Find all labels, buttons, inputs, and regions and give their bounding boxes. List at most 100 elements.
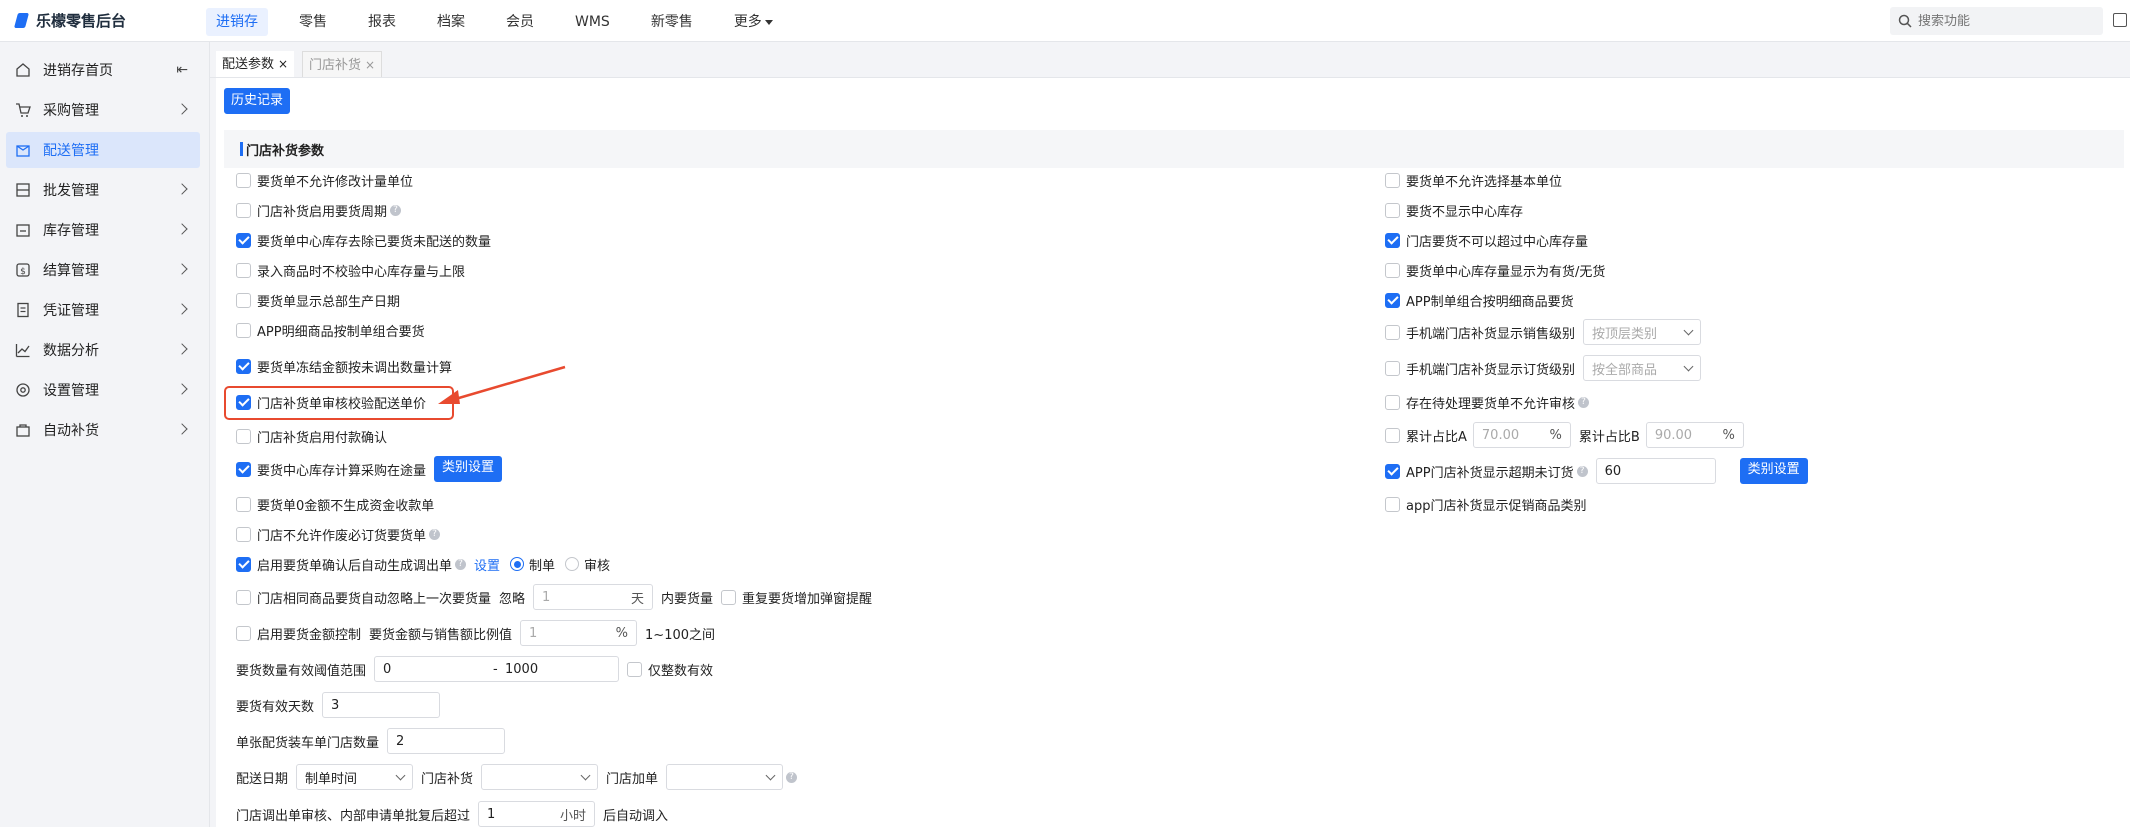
sidebar-item-settlement[interactable]: $ 结算管理 [6,252,200,288]
nav-more-label: 更多 [733,14,762,30]
store-add-label: 门店加单 [606,771,659,787]
help-icon[interactable]: ? [429,528,441,540]
collapse-sidebar-icon[interactable]: ⇤ [176,62,188,78]
input-suffix: 小时 [560,808,587,824]
option-label: 录入商品时不校验中心库存量与上限 [257,264,466,280]
option-label: 启用要货金额控制 [257,627,362,643]
option-checkbox[interactable] [236,526,251,542]
tab-delivery-params[interactable]: 配送参数 × [216,51,295,77]
option-label: 门店要货不可以超过中心库存量 [1406,234,1589,250]
option-checkbox[interactable] [1385,463,1400,479]
threshold-range-input[interactable]: 0 -1000 [374,656,620,682]
nav-more[interactable]: 更多 [724,8,783,36]
tab-store-replenish[interactable]: 门店补货 × [302,51,383,77]
option-checkbox[interactable] [1385,360,1400,376]
sidebar-item-delivery[interactable]: 配送管理 [6,132,200,168]
help-icon[interactable]: ? [390,204,402,216]
sidebar-item-settings[interactable]: 设置管理 [6,372,200,408]
option-checkbox[interactable] [1385,262,1400,278]
option-checkbox[interactable] [1385,324,1400,340]
nav-members[interactable]: 会员 [496,8,544,36]
app-logo[interactable]: 乐檬零售后台 [14,10,126,31]
option-checkbox[interactable] [1385,172,1400,188]
option-checkbox[interactable] [236,589,251,605]
delivery-date-label: 配送日期 [236,771,289,787]
close-icon[interactable]: × [278,57,288,71]
chevron-right-icon [176,343,188,355]
option-row: 存在待处理要货单不允许审核? [1385,390,1590,414]
option-checkbox[interactable] [236,625,251,641]
option-checkbox[interactable] [236,496,251,512]
option-checkbox[interactable] [236,262,251,278]
store-replenish-label: 门店补货 [421,771,474,787]
sidebar-item-auto-replenish[interactable]: 自动补货 [6,412,200,448]
radio-create[interactable] [510,557,525,571]
help-icon[interactable]: ? [1578,396,1590,408]
integer-only-checkbox[interactable] [627,661,643,677]
sidebar-item-stock[interactable]: 库存管理 [6,212,200,248]
nav-retail[interactable]: 零售 [289,8,337,36]
option-row: 门店补货启用要货周期? [236,198,402,222]
sidebar-item-voucher[interactable]: 凭证管理 [6,292,200,328]
option-checkbox[interactable] [236,461,251,477]
store-replenish-select[interactable] [481,764,599,790]
overdue-days-input[interactable]: 60 [1595,458,1716,484]
chevron-right-icon [176,183,188,195]
delivery-date-select[interactable]: 制单时间 [296,764,414,790]
store-add-select[interactable] [666,764,784,790]
chevron-right-icon [176,423,188,435]
option-checkbox[interactable] [236,322,251,338]
help-icon[interactable]: ? [1576,465,1588,477]
cumulative-a-input[interactable]: 70.00% [1472,422,1571,448]
option-checkbox[interactable] [236,172,251,188]
option-checkbox[interactable] [236,556,251,572]
sidebar-item-label: 配送管理 [43,143,99,159]
option-label: 要货单不允许修改计量单位 [257,174,414,190]
nav-new-retail[interactable]: 新零售 [641,8,703,36]
option-checkbox[interactable] [236,358,251,374]
option-checkbox[interactable] [236,428,251,444]
option-row: APP门店补货显示超期未订货? 60 类别设置 [1385,458,1808,484]
category-settings-button[interactable]: 类别设置 [434,456,503,482]
option-checkbox[interactable] [236,292,251,308]
nav-inventory[interactable]: 进销存 [206,8,268,36]
option-row: 要货单显示总部生产日期 [236,288,400,312]
nav-wms[interactable]: WMS [565,8,620,36]
category-settings-button[interactable]: 类别设置 [1739,458,1808,484]
option-label: APP门店补货显示超期未订货 [1406,465,1574,481]
search-input[interactable] [1918,13,2088,29]
search-box[interactable] [1890,7,2103,35]
option-checkbox[interactable] [236,232,251,248]
top-bar: 乐檬零售后台 进销存 零售 报表 档案 会员 WMS 新零售 更多 [0,0,2130,42]
order-level-select[interactable]: 按全部商品 [1583,355,1702,381]
option-row: 门店调出单审核、内部申请单批复后超过 1 小时 后自动调入 [236,801,668,827]
nav-archives[interactable]: 档案 [427,8,475,36]
auto-transfer-hours-input[interactable]: 1 小时 [478,801,596,827]
settings-link[interactable]: 设置 [474,555,500,574]
option-checkbox[interactable] [1385,202,1400,218]
sidebar-item-inventory-home[interactable]: 进销存首页 ⇤ [6,52,200,88]
sidebar-item-purchase[interactable]: 采购管理 [6,92,200,128]
ratio-input[interactable]: 1% [520,620,638,646]
nav-reports[interactable]: 报表 [358,8,406,36]
valid-days-input[interactable]: 3 [322,692,441,718]
history-button[interactable]: 历史记录 [224,88,291,114]
option-checkbox[interactable] [236,202,251,218]
option-checkbox[interactable] [1385,394,1400,410]
help-icon[interactable]: ? [455,558,467,570]
calendar-icon[interactable] [2113,13,2127,27]
option-checkbox[interactable] [721,589,737,605]
radio-audit[interactable] [565,557,580,571]
option-checkbox[interactable] [1385,232,1400,248]
store-count-input[interactable]: 2 [387,728,506,754]
ignore-days-input[interactable]: 1天 [533,584,654,610]
sidebar-item-data-analysis[interactable]: 数据分析 [6,332,200,368]
sales-level-select[interactable]: 按顶层类别 [1583,319,1702,345]
option-checkbox[interactable] [1385,496,1400,512]
option-checkbox[interactable] [1385,292,1400,308]
option-checkbox[interactable] [1385,427,1400,443]
sidebar-item-wholesale[interactable]: 批发管理 [6,172,200,208]
help-icon[interactable]: ? [786,771,798,783]
close-icon[interactable]: × [365,58,375,72]
cumulative-b-input[interactable]: 90.00% [1645,422,1744,448]
